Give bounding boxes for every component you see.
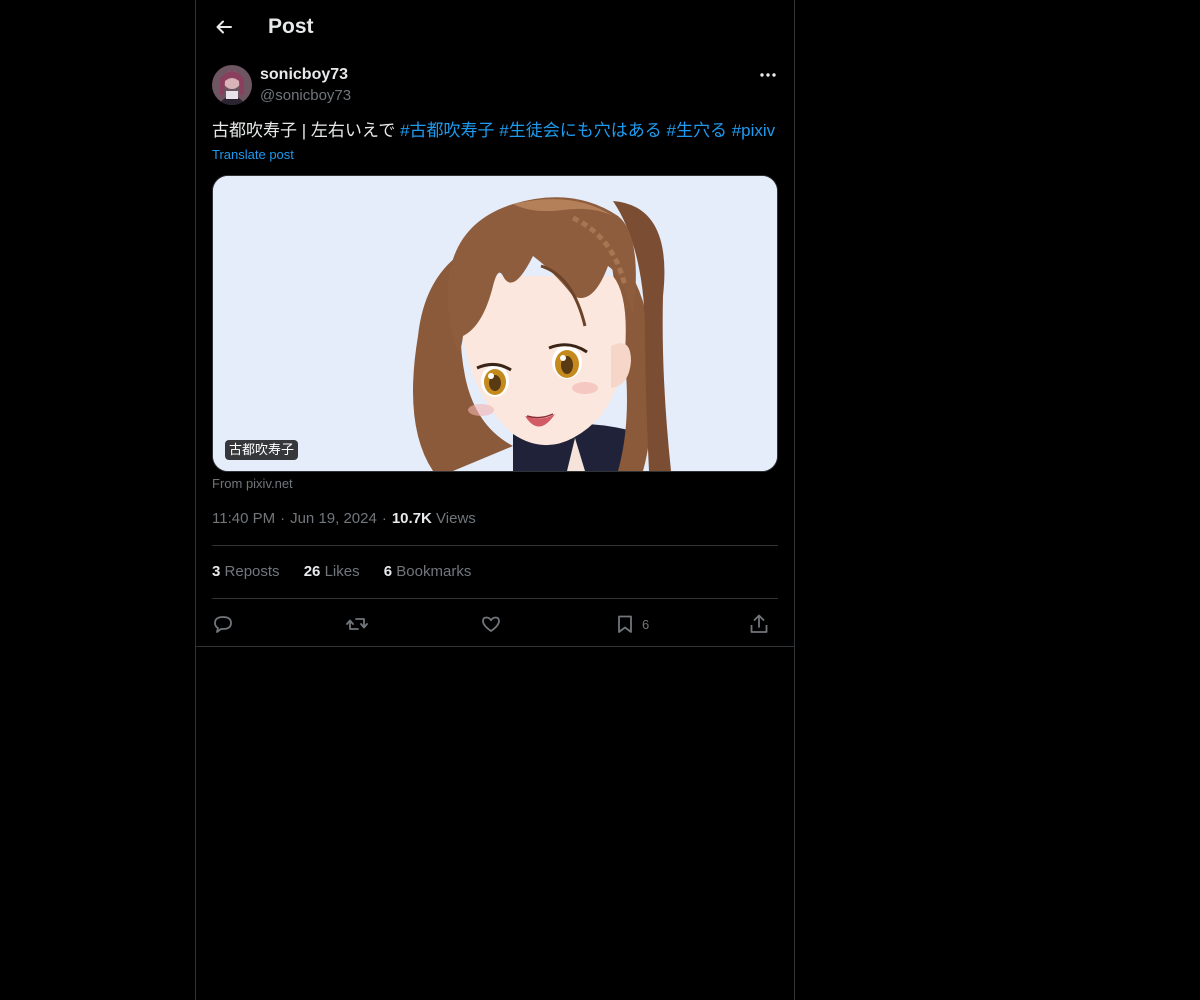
more-options-button[interactable] <box>756 64 780 86</box>
bookmark-icon <box>618 615 632 633</box>
anime-illustration <box>213 176 777 471</box>
reply-icon <box>214 616 232 633</box>
more-horizontal-icon <box>760 73 776 77</box>
engagement-stats: 3 Reposts 26 Likes 6 Bookmarks <box>212 562 491 582</box>
share-button[interactable] <box>748 610 770 638</box>
translate-post-link[interactable]: Translate post <box>212 146 294 164</box>
post-time[interactable]: 11:40 PM <box>212 510 275 527</box>
repost-icon <box>346 618 368 630</box>
arrow-left-icon <box>216 20 232 34</box>
bookmark-button[interactable]: 6 <box>614 610 649 638</box>
post-header: Post <box>196 0 794 54</box>
back-button[interactable] <box>210 13 238 41</box>
post-image[interactable]: 古都吹寿子 <box>212 175 778 472</box>
source-link[interactable]: From pixiv.net <box>212 475 293 493</box>
avatar[interactable] <box>212 65 252 105</box>
post-text: 古都吹寿子 | 左右いえで #古都吹寿子 #生徒会にも穴はある #生穴る #pi… <box>212 119 782 143</box>
page-title: Post <box>268 15 314 38</box>
hashtag-link[interactable]: #生穴る <box>667 121 727 140</box>
reply-button[interactable] <box>212 610 234 638</box>
heart-icon <box>482 616 500 632</box>
post-date[interactable]: Jun 19, 2024 <box>290 510 377 527</box>
author-display-name[interactable]: sonicboy73 <box>260 65 348 85</box>
reposts-stat[interactable]: 3 Reposts <box>212 562 280 582</box>
bookmark-count: 6 <box>642 616 650 632</box>
views-count: 10.7K <box>391 510 432 527</box>
post-bottom-border <box>196 646 794 647</box>
hashtag-link[interactable]: #pixiv <box>732 121 775 140</box>
image-alt-label: 古都吹寿子 <box>225 440 299 460</box>
post-column: Post sonicboy73 @sonicboy73 古都吹寿子 | 左右いえ… <box>195 0 795 1000</box>
repost-button[interactable] <box>346 610 368 638</box>
hashtag-link[interactable]: #古都吹寿子 <box>400 121 494 140</box>
views-label: Views <box>436 510 476 527</box>
divider <box>212 545 778 546</box>
post-meta: 11:40 PM · Jun 19, 2024 · 10.7K Views <box>212 510 476 527</box>
post-text-plain: 古都吹寿子 | 左右いえで <box>212 121 396 140</box>
divider <box>212 598 778 599</box>
share-icon <box>750 614 768 633</box>
author-handle[interactable]: @sonicboy73 <box>260 86 351 106</box>
likes-stat[interactable]: 26 Likes <box>304 562 360 582</box>
action-bar: 6 <box>212 610 778 638</box>
hashtag-link[interactable]: #生徒会にも穴はある <box>499 121 661 140</box>
like-button[interactable] <box>480 610 502 638</box>
bookmarks-stat[interactable]: 6 Bookmarks <box>384 562 472 582</box>
